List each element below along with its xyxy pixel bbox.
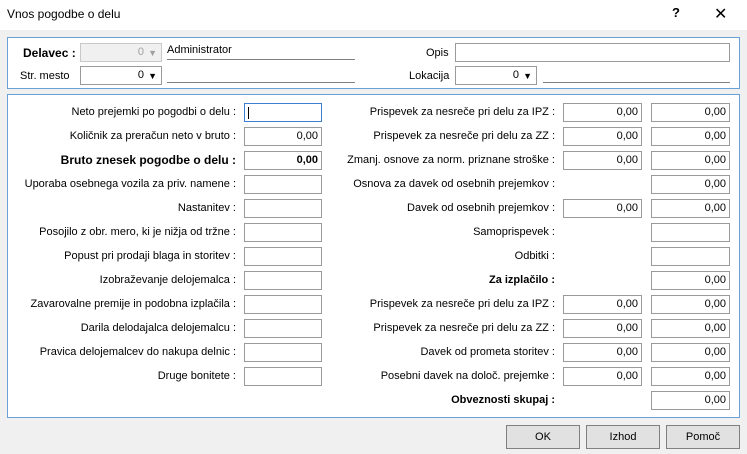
right-label: Davek od osebnih prejemkov :: [407, 202, 555, 214]
pomoc-button[interactable]: Pomoč: [666, 425, 740, 449]
close-icon[interactable]: ✕: [714, 4, 727, 24]
right-label: Prispevek za nesreče pri delu za IPZ :: [369, 106, 555, 118]
zz2-field-1[interactable]: 0,00: [563, 319, 642, 338]
left-label: Bruto znesek pogodbe o delu :: [60, 153, 236, 167]
davek-prometa-field-1[interactable]: 0,00: [563, 343, 642, 362]
opis-label: Opis: [426, 47, 449, 59]
posebni-davek-field-1[interactable]: 0,00: [563, 367, 642, 386]
chevron-down-icon: ▼: [523, 71, 532, 81]
main-panel: Neto prejemki po pogodbi o delu : Količn…: [7, 94, 740, 418]
left-label: Popust pri prodaji blaga in storitev :: [64, 250, 236, 262]
title-bar: Vnos pogodbe o delu ? ✕: [0, 0, 747, 30]
left-label: Uporaba osebnega vozila za priv. namene …: [24, 178, 236, 190]
left-label: Nastanitev :: [177, 202, 236, 214]
right-label: Davek od prometa storitev :: [420, 346, 555, 358]
ipz-field-1[interactable]: 0,00: [563, 103, 642, 122]
opis-field[interactable]: [455, 43, 730, 62]
right-label: Prispevek za nesreče pri delu za IPZ :: [369, 298, 555, 310]
zmanj-osnove-field-2[interactable]: 0,00: [651, 151, 730, 170]
davek-prejemki-field-2[interactable]: 0,00: [651, 199, 730, 218]
ipz2-field-1[interactable]: 0,00: [563, 295, 642, 314]
osnova-davek-field[interactable]: 0,00: [651, 175, 730, 194]
zz2-field-2[interactable]: 0,00: [651, 319, 730, 338]
chevron-down-icon: ▼: [148, 71, 157, 81]
left-label: Izobraževanje delojemalca :: [99, 274, 236, 286]
posebni-davek-field-2[interactable]: 0,00: [651, 367, 730, 386]
window-title: Vnos pogodbe o delu: [7, 7, 121, 21]
lokacija-name: [543, 66, 730, 83]
left-label: Količnik za preračun neto v bruto :: [69, 130, 236, 142]
zz-field-2[interactable]: 0,00: [651, 127, 730, 146]
obveznosti-skupaj-field[interactable]: 0,00: [651, 391, 730, 410]
lokacija-combo[interactable]: 0 ▼: [455, 66, 537, 85]
chevron-down-icon: ▼: [148, 48, 157, 58]
left-label: Neto prejemki po pogodbi o delu :: [71, 106, 237, 118]
help-icon[interactable]: ?: [672, 5, 680, 20]
delavec-combo: 0 ▼: [80, 43, 162, 62]
ipz2-field-2[interactable]: 0,00: [651, 295, 730, 314]
right-label: Posebni davek na določ. prejemke :: [380, 370, 555, 382]
left-label: Zavarovalne premije in podobna izplačila…: [30, 298, 236, 310]
header-panel: Delavec : 0 ▼ Administrator Opis Str. mes…: [7, 37, 740, 89]
za-izplacilo-field[interactable]: 0,00: [651, 271, 730, 290]
right-label: Zmanj. osnove za norm. priznane stroške …: [347, 154, 555, 166]
str-mesto-label: Str. mesto: [20, 70, 70, 82]
left-label: Druge bonitete :: [157, 370, 236, 382]
izhod-button[interactable]: Izhod: [586, 425, 660, 449]
right-label: Odbitki :: [514, 250, 555, 262]
right-label: Prispevek za nesreče pri delu za ZZ :: [373, 130, 555, 142]
right-label: Samoprispevek :: [473, 226, 555, 238]
davek-prejemki-field-1[interactable]: 0,00: [563, 199, 642, 218]
ok-button[interactable]: OK: [506, 425, 580, 449]
lokacija-label: Lokacija: [409, 70, 450, 82]
right-label: Prispevek za nesreče pri delu za ZZ :: [373, 322, 555, 334]
left-label: Pravica delojemalcev do nakupa delnic :: [39, 346, 236, 358]
delavec-label: Delavec :: [23, 46, 76, 60]
odbitki-field[interactable]: [651, 247, 730, 266]
right-label: Za izplačilo :: [488, 274, 555, 286]
ipz-field-2[interactable]: 0,00: [651, 103, 730, 122]
left-label: Posojilo z obr. mero, ki je nižja od trž…: [39, 226, 236, 238]
delavec-name: Administrator: [167, 43, 355, 60]
str-mesto-combo[interactable]: 0 ▼: [80, 66, 162, 85]
right-label: Osnova za davek od osebnih prejemkov :: [353, 178, 555, 190]
right-label: Obveznosti skupaj :: [451, 394, 555, 406]
str-mesto-name: [167, 66, 355, 83]
zz-field-1[interactable]: 0,00: [563, 127, 642, 146]
davek-prometa-field-2[interactable]: 0,00: [651, 343, 730, 362]
zmanj-osnove-field-1[interactable]: 0,00: [563, 151, 642, 170]
samoprispevek-field[interactable]: [651, 223, 730, 242]
left-label: Darila delodajalca delojemalcu :: [80, 322, 236, 334]
